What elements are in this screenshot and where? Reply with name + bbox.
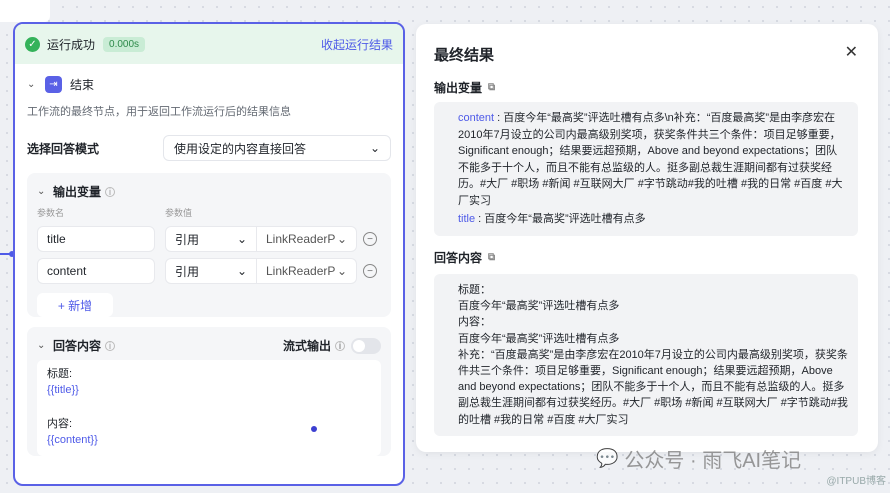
end-node-icon: ⇥ <box>45 76 62 93</box>
stream-output-control: 流式输出 i <box>283 337 381 354</box>
canvas-top-stub <box>0 0 50 22</box>
variable-name-input[interactable]: content <box>37 258 155 284</box>
answer-section-label: 回答内容 <box>434 251 483 265</box>
answer-template-editor[interactable]: 标题: {{title}} 内容: {{content}} <box>37 360 381 456</box>
answer-result-line: 百度今年“最高奖”评选吐槽有点多 <box>458 300 620 313</box>
end-node-card[interactable]: ✓ 运行成功 0.000s 收起运行结果 ⌄ ⇥ 结束 工作流的最终节点，用于返… <box>13 22 405 486</box>
output-variables-header: ⌄ 输出变量 i <box>27 173 391 206</box>
answer-mode-value: 使用设定的内容直接回答 <box>174 141 307 156</box>
chevron-down-icon[interactable]: ⌄ <box>27 79 41 90</box>
variable-type-value: 引用 <box>175 264 200 279</box>
col-name-header: 参数名 <box>37 208 65 218</box>
answer-result-line: 补充：“百度最高奖”是由李彦宏在2010年7月设立的公司内最高级别奖项，获奖条件… <box>458 348 848 426</box>
variable-type-select[interactable]: 引用 ⌄ <box>165 258 257 284</box>
wechat-icon: 💬 <box>596 448 619 468</box>
output-variables-panel: ⌄ 输出变量 i 参数名 参数值 title 引用 ⌄ LinkReaderP ⌄ … <box>27 173 391 317</box>
col-value-header: 参数值 <box>165 208 193 218</box>
answer-content-title: 回答内容 <box>53 339 102 353</box>
final-result-panel: 最终结果 ✕ 输出变量 ⧉ content : 百度今年“最高奖”评选吐槽有点多… <box>416 24 878 452</box>
run-status-bar: ✓ 运行成功 0.000s 收起运行结果 <box>15 24 403 64</box>
answer-line: 内容: <box>47 418 73 430</box>
watermark-tag: @ITPUB博客 <box>826 476 886 487</box>
run-status-text: 运行成功 <box>47 37 96 52</box>
remove-variable-icon[interactable]: − <box>363 264 377 278</box>
cursor-dot <box>311 426 317 432</box>
watermark-text: 公众号 · 雨飞AI笔记 <box>624 450 802 472</box>
output-section-title: 输出变量 ⧉ <box>434 79 495 96</box>
chevron-down-icon: ⌄ <box>369 141 380 155</box>
chevron-down-icon: ⌄ <box>336 264 347 278</box>
remove-variable-icon[interactable]: − <box>363 232 377 246</box>
content-value: 百度今年“最高奖”评选吐槽有点多\n补充：“百度最高奖”是由李彦宏在2010年7… <box>458 112 843 207</box>
key-separator: : <box>494 112 504 124</box>
title-value: 百度今年“最高奖”评选吐槽有点多 <box>484 213 646 225</box>
column-headers: 参数名 参数值 <box>27 206 391 219</box>
variable-source-select[interactable]: LinkReaderP ⌄ <box>257 258 357 284</box>
add-variable-button[interactable]: + 新增 <box>37 293 113 317</box>
info-icon: i <box>105 340 116 351</box>
chevron-down-icon: ⌄ <box>336 232 347 246</box>
title-key: title <box>458 213 476 225</box>
node-title: 结束 <box>70 78 95 92</box>
close-icon[interactable]: ✕ <box>845 42 858 62</box>
copy-icon[interactable]: ⧉ <box>488 82 495 93</box>
answer-result-line: 百度今年“最高奖”评选吐槽有点多 <box>458 332 620 345</box>
content-output: content : 百度今年“最高奖”评选吐槽有点多\n补充：“百度最高奖”是由… <box>458 110 848 209</box>
answer-line: 标题: <box>47 368 73 380</box>
title-output: title : 百度今年“最高奖”评选吐槽有点多 <box>458 211 848 228</box>
collapse-result-link[interactable]: 收起运行结果 <box>321 36 393 53</box>
chevron-down-icon[interactable]: ⌄ <box>37 340 51 351</box>
output-variables-box: content : 百度今年“最高奖”评选吐槽有点多\n补充：“百度最高奖”是由… <box>434 102 858 236</box>
variable-type-select[interactable]: 引用 ⌄ <box>165 226 257 252</box>
answer-variable: {{title}} <box>47 384 79 396</box>
run-time-badge: 0.000s <box>103 36 146 52</box>
info-icon: i <box>105 186 116 197</box>
variable-source-value: LinkReaderP <box>266 232 336 246</box>
key-separator: : <box>475 213 485 225</box>
answer-section-title: 回答内容 ⧉ <box>434 249 495 266</box>
output-variables-title: 输出变量 <box>53 185 102 199</box>
variable-row: title 引用 ⌄ LinkReaderP ⌄ − <box>27 223 391 255</box>
chevron-down-icon[interactable]: ⌄ <box>37 186 51 197</box>
answer-variable: {{content}} <box>47 434 98 446</box>
content-key: content <box>458 112 495 124</box>
output-section-label: 输出变量 <box>434 81 483 95</box>
node-header: ⌄ ⇥ 结束 <box>15 64 403 99</box>
node-description: 工作流的最终节点，用于返回工作流运行后的结果信息 <box>27 106 291 118</box>
variable-row: content 引用 ⌄ LinkReaderP ⌄ − <box>27 255 391 287</box>
stream-output-toggle[interactable] <box>351 337 381 354</box>
answer-content-box: 标题： 百度今年“最高奖”评选吐槽有点多 内容： 百度今年“最高奖”评选吐槽有点… <box>434 274 858 436</box>
variable-name-input[interactable]: title <box>37 226 155 252</box>
chevron-down-icon: ⌄ <box>236 232 247 246</box>
copy-icon[interactable]: ⧉ <box>488 252 495 263</box>
result-title: 最终结果 <box>434 47 495 64</box>
variable-source-select[interactable]: LinkReaderP ⌄ <box>257 226 357 252</box>
variable-type-value: 引用 <box>175 232 200 247</box>
answer-content-header: ⌄ 回答内容 i 流式输出 i <box>27 327 391 360</box>
info-icon: i <box>335 340 345 351</box>
watermark: 💬 公众号 · 雨飞AI笔记 <box>596 444 801 473</box>
answer-result-line: 内容： <box>458 316 491 329</box>
answer-result-line: 标题： <box>458 284 491 296</box>
answer-mode-select[interactable]: 使用设定的内容直接回答 ⌄ <box>163 135 391 161</box>
stream-output-label: 流式输出 <box>282 339 331 353</box>
answer-line <box>47 398 371 416</box>
answer-content-panel: ⌄ 回答内容 i 流式输出 i 标题: {{title}} 内容: {{cont… <box>27 327 391 456</box>
answer-mode-row: 选择回答模式 使用设定的内容直接回答 ⌄ <box>15 129 403 167</box>
chevron-down-icon: ⌄ <box>236 264 247 278</box>
answer-mode-label: 选择回答模式 <box>27 141 100 156</box>
check-circle-icon: ✓ <box>25 36 40 52</box>
variable-source-value: LinkReaderP <box>266 264 336 278</box>
